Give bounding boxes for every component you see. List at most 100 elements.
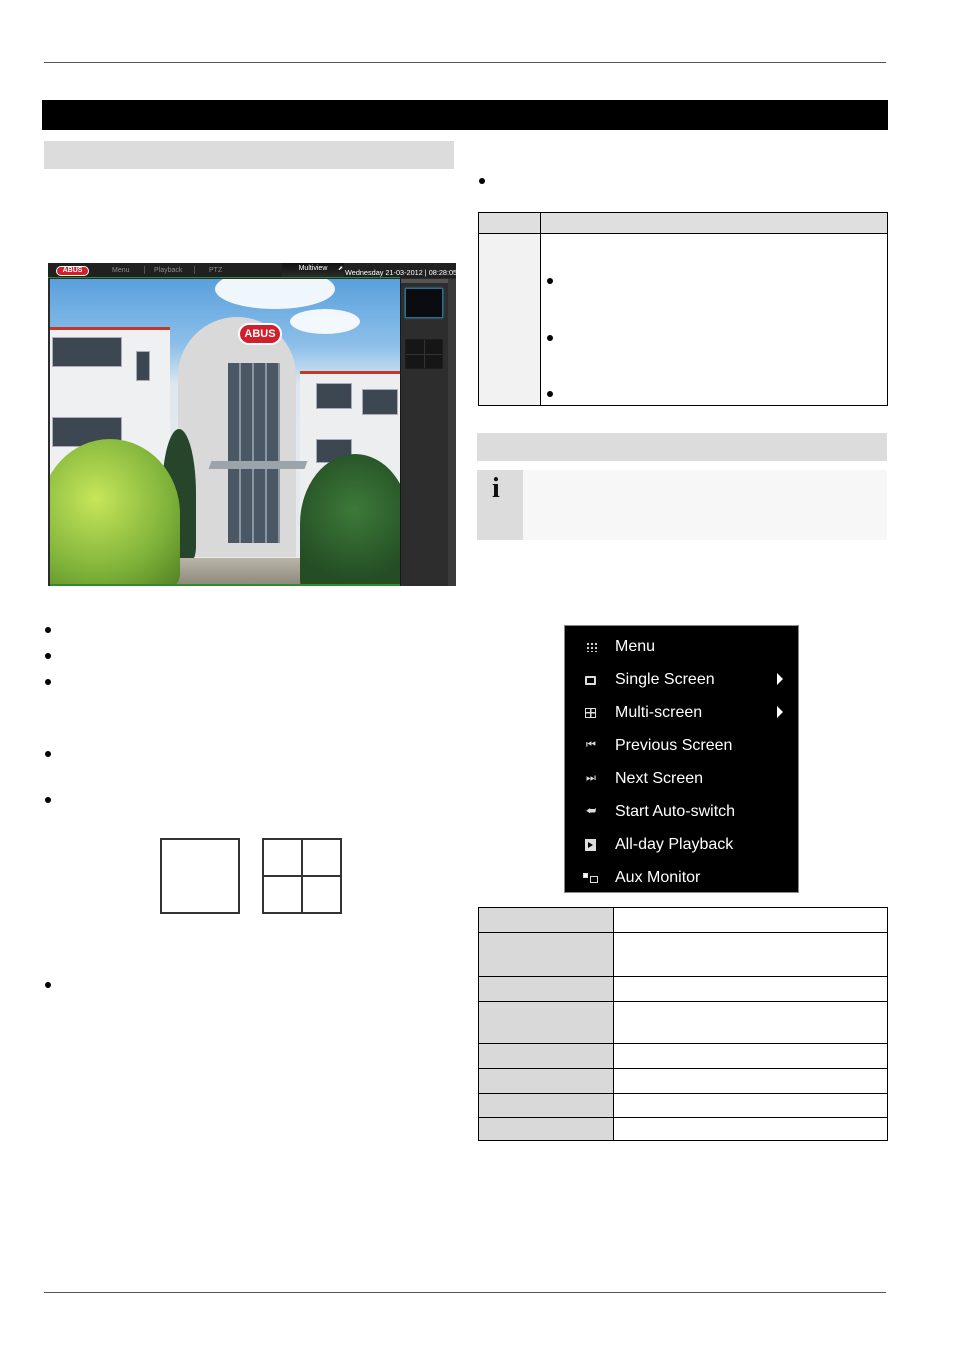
previous-screen-icon: ⏮ bbox=[586, 739, 596, 751]
window bbox=[316, 383, 352, 409]
menu-grid-icon bbox=[586, 642, 597, 652]
multiview-button[interactable]: Multiview bbox=[282, 263, 344, 278]
table-value-cell bbox=[613, 907, 888, 933]
live-view-top-bar: ABUS Menu Playback PTZ Multiview ⬈ Wedne… bbox=[48, 263, 456, 278]
active-border bbox=[48, 277, 400, 278]
camera-feed[interactable]: ABUS bbox=[50, 279, 400, 584]
bullet bbox=[45, 751, 51, 757]
window bbox=[362, 389, 398, 415]
bullet bbox=[45, 679, 51, 685]
chapter-title-bar bbox=[42, 100, 888, 130]
table-row bbox=[478, 1068, 888, 1094]
table-row bbox=[478, 976, 888, 1002]
all-day-playback-icon bbox=[585, 839, 596, 851]
side-panel-title bbox=[401, 279, 449, 283]
table-value-cell bbox=[613, 1117, 888, 1141]
datetime-readout: Wednesday 21-03-2012 | 08:28:05 bbox=[345, 268, 456, 277]
table-value-cell bbox=[613, 932, 888, 977]
table-key-cell bbox=[478, 1068, 614, 1094]
osd-item-next-screen[interactable]: ⏭ Next Screen bbox=[565, 762, 798, 795]
osd-item-aux-monitor[interactable]: Aux Monitor bbox=[565, 861, 798, 894]
bullet bbox=[45, 653, 51, 659]
nav-menu[interactable]: Menu bbox=[112, 267, 130, 274]
table-key-cell bbox=[478, 1001, 614, 1044]
osd-item-label: Start Auto-switch bbox=[615, 803, 736, 820]
osd-item-label: Single Screen bbox=[615, 671, 715, 688]
info-icon: i bbox=[492, 473, 500, 504]
right-section-title-bar bbox=[477, 433, 887, 461]
table-key-cell bbox=[478, 1043, 614, 1069]
osd-item-multi-screen[interactable]: Multi-screen bbox=[565, 696, 798, 729]
nav-separator bbox=[194, 266, 195, 274]
nav-separator bbox=[144, 266, 145, 274]
description-table bbox=[478, 212, 888, 406]
table-header-cell bbox=[540, 212, 888, 234]
bullet bbox=[45, 982, 51, 988]
table-key-cell bbox=[478, 932, 614, 977]
table-key-cell bbox=[478, 976, 614, 1002]
auto-switch-icon: ⮨ bbox=[585, 805, 597, 817]
single-screen-icon bbox=[585, 676, 596, 685]
table-row bbox=[478, 1043, 888, 1069]
bullet bbox=[45, 627, 51, 633]
osd-context-menu: Menu Single Screen Multi-screen ⏮ Previo… bbox=[564, 625, 799, 893]
abus-logo: ABUS bbox=[56, 266, 89, 276]
osd-item-single-screen[interactable]: Single Screen bbox=[565, 663, 798, 696]
submenu-arrow-icon bbox=[777, 673, 783, 685]
header-rule bbox=[44, 62, 886, 63]
table-value-cell bbox=[540, 233, 888, 406]
table-value-cell bbox=[613, 1093, 888, 1118]
table-key-cell bbox=[478, 233, 541, 406]
active-border bbox=[50, 584, 400, 586]
osd-item-previous-screen[interactable]: ⏮ Previous Screen bbox=[565, 729, 798, 762]
table-row bbox=[478, 907, 888, 933]
table-row bbox=[478, 932, 888, 977]
glass-facade bbox=[228, 363, 280, 543]
bullet bbox=[547, 391, 553, 397]
building-sign: ABUS bbox=[238, 323, 282, 345]
osd-item-label: Aux Monitor bbox=[615, 869, 701, 886]
single-screen-layout-thumb[interactable] bbox=[405, 288, 443, 318]
table-value-cell bbox=[613, 1001, 888, 1044]
window bbox=[52, 337, 122, 367]
manual-page: ABUS Menu Playback PTZ Multiview ⬈ Wedne… bbox=[0, 0, 954, 1350]
osd-item-start-auto-switch[interactable]: ⮨ Start Auto-switch bbox=[565, 795, 798, 828]
table-row bbox=[478, 1001, 888, 1044]
side-panel-scrollbar[interactable] bbox=[448, 279, 456, 586]
quad-screen-layout-thumb[interactable] bbox=[405, 339, 443, 369]
nav-ptz[interactable]: PTZ bbox=[209, 267, 222, 274]
bullet bbox=[479, 178, 485, 184]
submenu-arrow-icon bbox=[777, 706, 783, 718]
nav-playback[interactable]: Playback bbox=[154, 267, 182, 274]
multi-screen-icon bbox=[585, 708, 596, 718]
table-value-cell bbox=[613, 1043, 888, 1069]
table-header-row bbox=[478, 212, 888, 234]
info-note-box: i bbox=[477, 470, 887, 540]
quad-screen-layout-icon bbox=[262, 838, 342, 914]
osd-item-label: Multi-screen bbox=[615, 704, 703, 721]
table-row bbox=[478, 1093, 888, 1118]
osd-item-label: Previous Screen bbox=[615, 737, 733, 754]
osd-item-all-day-playback[interactable]: All-day Playback bbox=[565, 828, 798, 861]
aux-monitor-icon bbox=[583, 873, 601, 885]
cloud bbox=[215, 279, 335, 309]
window bbox=[136, 351, 150, 381]
bullet bbox=[45, 797, 51, 803]
entrance-canopy bbox=[208, 461, 308, 469]
cloud bbox=[290, 309, 360, 334]
next-screen-icon: ⏭ bbox=[586, 772, 596, 784]
osd-item-label: Menu bbox=[615, 638, 656, 655]
bullet bbox=[547, 335, 553, 341]
table-key-cell bbox=[478, 1093, 614, 1118]
table-value-cell bbox=[613, 1068, 888, 1094]
live-view-screenshot: ABUS Menu Playback PTZ Multiview ⬈ Wedne… bbox=[48, 263, 456, 586]
table-value-cell bbox=[613, 976, 888, 1002]
table-row bbox=[478, 1117, 888, 1141]
footer-rule bbox=[44, 1292, 886, 1293]
table-row bbox=[478, 233, 888, 406]
single-screen-layout-icon bbox=[160, 838, 240, 914]
osd-item-menu[interactable]: Menu bbox=[565, 630, 798, 663]
osd-item-label: Next Screen bbox=[615, 770, 704, 787]
grid-line bbox=[264, 875, 340, 877]
table-key-cell bbox=[478, 1117, 614, 1141]
